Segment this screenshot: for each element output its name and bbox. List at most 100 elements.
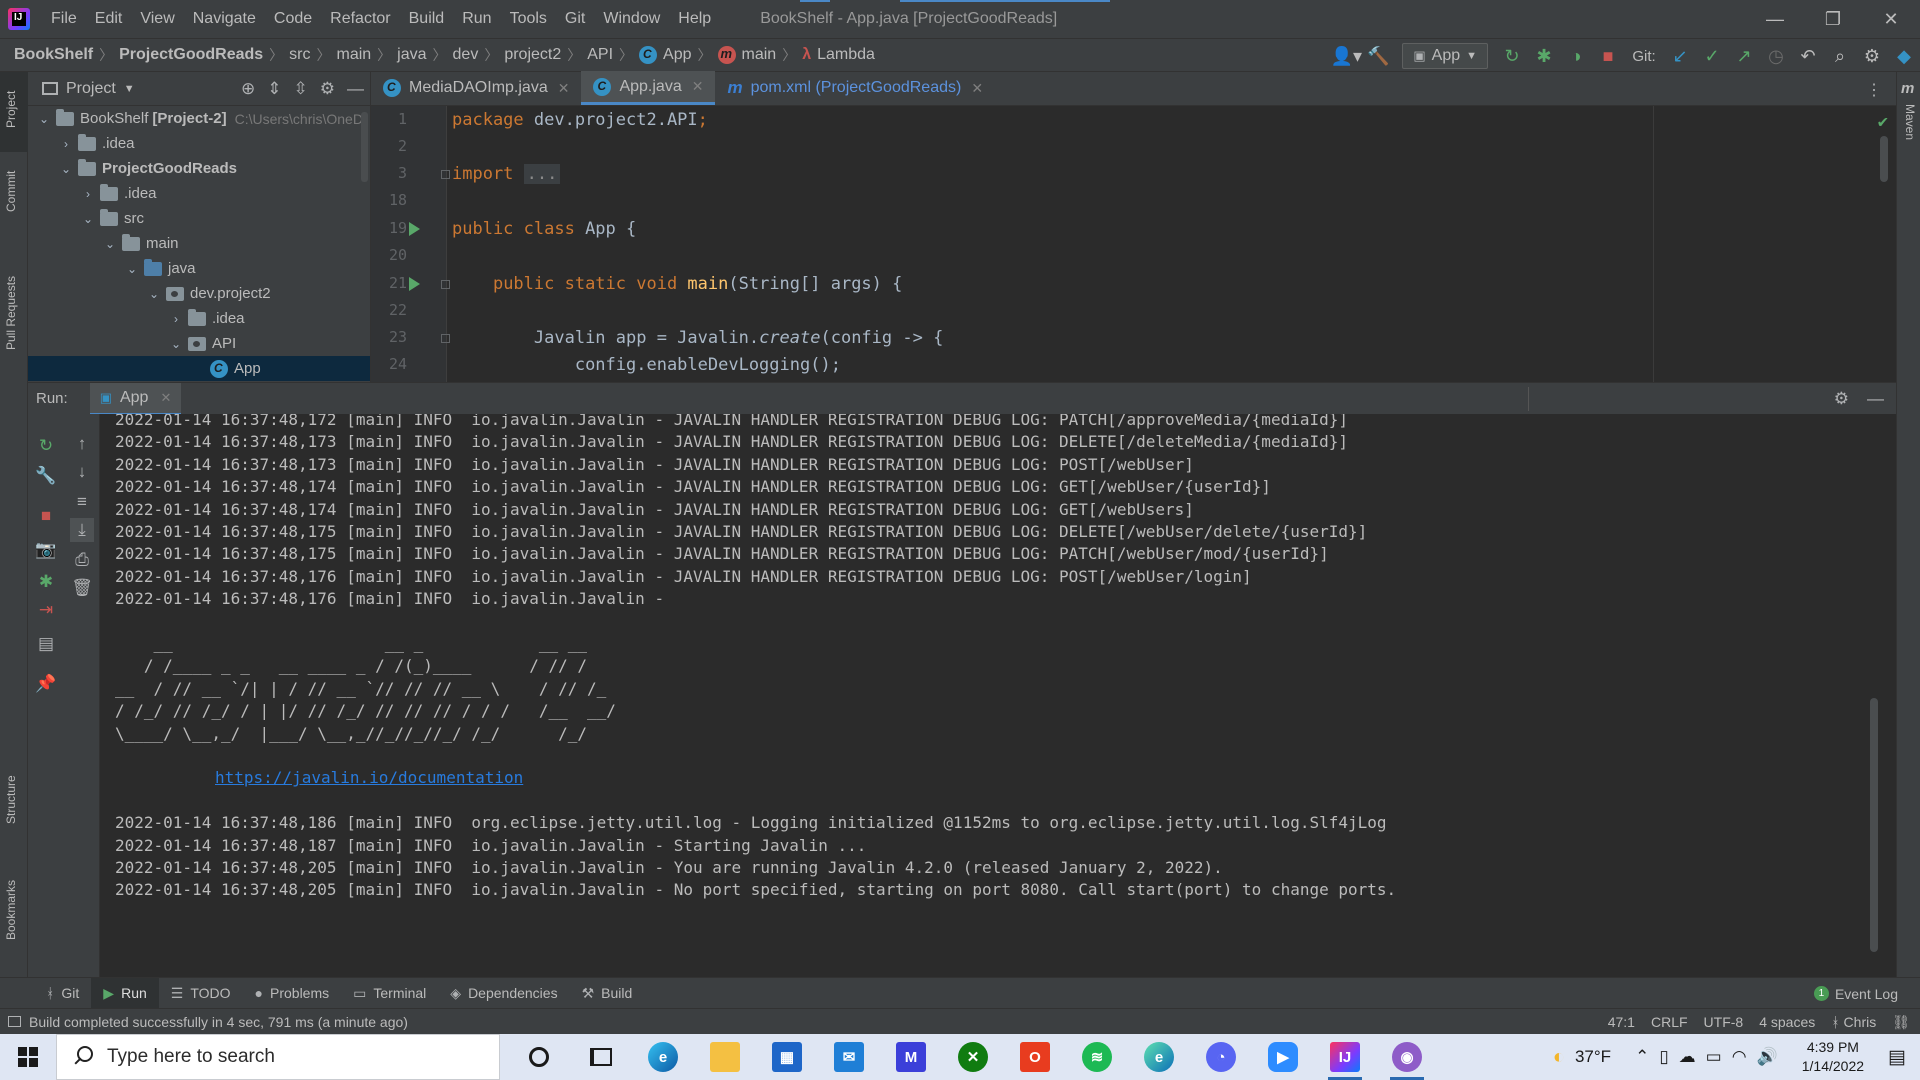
build-hammer-icon[interactable]: 🔨 <box>1362 39 1394 73</box>
spotify-icon[interactable]: ≋ <box>1066 1034 1128 1080</box>
collapsed-arrow-icon[interactable]: › <box>168 312 184 326</box>
phone-link-icon[interactable]: ▯ <box>1659 1047 1668 1067</box>
intellij-taskbar-icon[interactable]: IJ <box>1314 1034 1376 1080</box>
tab-mediadaoimp[interactable]: MediaDAOImp.java ✕ <box>371 71 581 105</box>
gear-icon[interactable]: ⚙ <box>1834 389 1849 409</box>
gear-icon[interactable]: ⚙ <box>320 79 335 99</box>
intellij-logo-icon[interactable]: IJ <box>8 8 30 30</box>
soft-wrap-icon[interactable]: ≡ <box>70 490 94 514</box>
breadcrumb-main[interactable]: main <box>336 46 371 64</box>
menu-edit[interactable]: Edit <box>86 0 132 38</box>
discord-icon[interactable]: ◔ <box>1190 1034 1252 1080</box>
git-branch-widget[interactable]: ᚼ Chris <box>1831 1014 1876 1030</box>
breadcrumb-api[interactable]: API <box>587 46 613 64</box>
tab-app-java[interactable]: App.java ✕ <box>581 71 716 105</box>
editor-scrollbar[interactable] <box>1880 136 1888 182</box>
stop-icon[interactable]: ■ <box>1592 39 1624 73</box>
mail-icon[interactable]: ✉ <box>818 1034 880 1080</box>
git-history-icon[interactable]: ◷ <box>1760 39 1792 73</box>
expanded-arrow-icon[interactable]: ⌄ <box>80 212 96 226</box>
restore-button[interactable]: ❐ <box>1804 0 1862 38</box>
toolbox-icon[interactable]: ◆ <box>1888 39 1920 73</box>
expanded-arrow-icon[interactable]: ⌄ <box>124 262 140 276</box>
tree-item-main[interactable]: ⌄ main <box>28 231 370 256</box>
more-tabs-icon[interactable]: ⋮ <box>1866 80 1882 100</box>
caret-position[interactable]: 47:1 <box>1608 1014 1635 1030</box>
tree-item-src[interactable]: ⌄ src <box>28 206 370 231</box>
run-tab-app[interactable]: ▣ App ✕ <box>89 382 182 415</box>
fold-icon[interactable] <box>441 280 450 289</box>
event-log-button[interactable]: 1 Event Log <box>1813 978 1898 1009</box>
menu-file[interactable]: File <box>42 0 86 38</box>
battery-icon[interactable]: ▭ <box>1706 1047 1722 1067</box>
breadcrumb-projectgoodreads[interactable]: ProjectGoodReads <box>119 46 263 64</box>
menu-run[interactable]: Run <box>453 0 500 38</box>
fold-icon[interactable] <box>441 334 450 343</box>
console-scrollbar[interactable] <box>1870 698 1878 952</box>
cortana-icon[interactable] <box>508 1034 570 1080</box>
file-explorer-icon[interactable] <box>694 1034 756 1080</box>
layout-icon[interactable]: ▤ <box>34 632 58 656</box>
volume-icon[interactable]: 🔊 <box>1757 1047 1778 1067</box>
menu-help[interactable]: Help <box>669 0 720 38</box>
rerun-icon[interactable]: ↻ <box>34 434 58 458</box>
menu-view[interactable]: View <box>131 0 183 38</box>
debug-icon[interactable]: ✱ <box>1528 39 1560 73</box>
expanded-arrow-icon[interactable]: ⌄ <box>146 287 162 301</box>
tree-item-idea[interactable]: › .idea <box>28 306 370 331</box>
hide-panel-icon[interactable]: — <box>347 79 364 99</box>
hide-panel-icon[interactable]: — <box>1867 389 1884 409</box>
maven-icon[interactable]: m <box>1901 80 1914 97</box>
run-main-gutter-icon[interactable] <box>409 277 420 291</box>
git-push-icon[interactable]: ↗ <box>1728 39 1760 73</box>
coverage-icon[interactable]: ◑ <box>1560 39 1592 73</box>
task-view-icon[interactable] <box>570 1034 632 1080</box>
expanded-arrow-icon[interactable]: ⌄ <box>102 237 118 251</box>
breadcrumb-lambda[interactable]: λ Lambda <box>802 46 875 64</box>
stripe-pull-requests[interactable]: Pull Requests <box>4 276 18 350</box>
tab-run[interactable]: ▶ Run <box>91 977 159 1009</box>
tree-item-dev-project2[interactable]: ⌄ dev.project2 <box>28 281 370 306</box>
menu-tools[interactable]: Tools <box>501 0 556 38</box>
lock-icon[interactable]: ⛓ <box>1892 1014 1910 1031</box>
tree-item-idea[interactable]: › .idea <box>28 131 370 156</box>
office-icon[interactable]: O <box>1004 1034 1066 1080</box>
git-rollback-icon[interactable]: ↶ <box>1792 39 1824 73</box>
tab-build[interactable]: ⚒ Build <box>570 978 645 1009</box>
rerun-icon[interactable]: ↻ <box>1496 39 1528 73</box>
breadcrumb-project2[interactable]: project2 <box>504 46 561 64</box>
stripe-bookmarks[interactable]: Bookmarks <box>4 880 18 940</box>
menu-build[interactable]: Build <box>400 0 454 38</box>
tree-item-idea[interactable]: › .idea <box>28 181 370 206</box>
project-panel-title[interactable]: Project <box>66 80 116 98</box>
menu-refactor[interactable]: Refactor <box>321 0 399 38</box>
show-hidden-icons-chevron-icon[interactable]: ⌃ <box>1635 1047 1649 1067</box>
camera-icon[interactable]: 📷 <box>34 538 58 562</box>
breadcrumb-bookshelf[interactable]: BookShelf <box>14 46 93 64</box>
folded-imports[interactable]: ... <box>523 164 561 184</box>
edge-icon[interactable]: e <box>632 1034 694 1080</box>
xbox-icon[interactable]: ✕ <box>942 1034 1004 1080</box>
tree-scrollbar[interactable] <box>361 112 368 182</box>
print-icon[interactable]: ⎙ <box>70 548 94 572</box>
tab-dependencies[interactable]: ◈ Dependencies <box>438 978 569 1009</box>
code-editor[interactable]: 1 2 3 18 19 20 21 22 23 24 package dev.p… <box>371 106 1896 382</box>
stripe-maven[interactable]: Maven <box>1903 104 1917 140</box>
tree-item-api[interactable]: ⌄ API <box>28 331 370 356</box>
weather-temperature[interactable]: 37°F <box>1575 1047 1611 1067</box>
taskbar-search-input[interactable]: Type here to search <box>56 1034 500 1080</box>
close-tab-icon[interactable]: ✕ <box>971 80 983 97</box>
breadcrumb-app[interactable]: App <box>639 46 692 64</box>
breadcrumb-main-method[interactable]: main <box>717 46 776 64</box>
scroll-to-end-icon[interactable]: ⤓ <box>70 518 94 542</box>
wifi-icon[interactable]: ◠ <box>1732 1047 1747 1067</box>
tab-terminal[interactable]: ▭ Terminal <box>341 978 438 1009</box>
start-button[interactable] <box>0 1034 56 1080</box>
onedrive-cloud-icon[interactable]: ☁ <box>1679 1047 1696 1067</box>
wrench-icon[interactable]: 🔧 <box>34 464 58 488</box>
menu-code[interactable]: Code <box>265 0 321 38</box>
close-tab-icon[interactable]: ✕ <box>160 390 171 406</box>
line-separator[interactable]: CRLF <box>1651 1014 1688 1030</box>
tab-git[interactable]: ᚼ Git <box>34 978 91 1009</box>
pin-icon[interactable]: 📌 <box>34 672 58 696</box>
